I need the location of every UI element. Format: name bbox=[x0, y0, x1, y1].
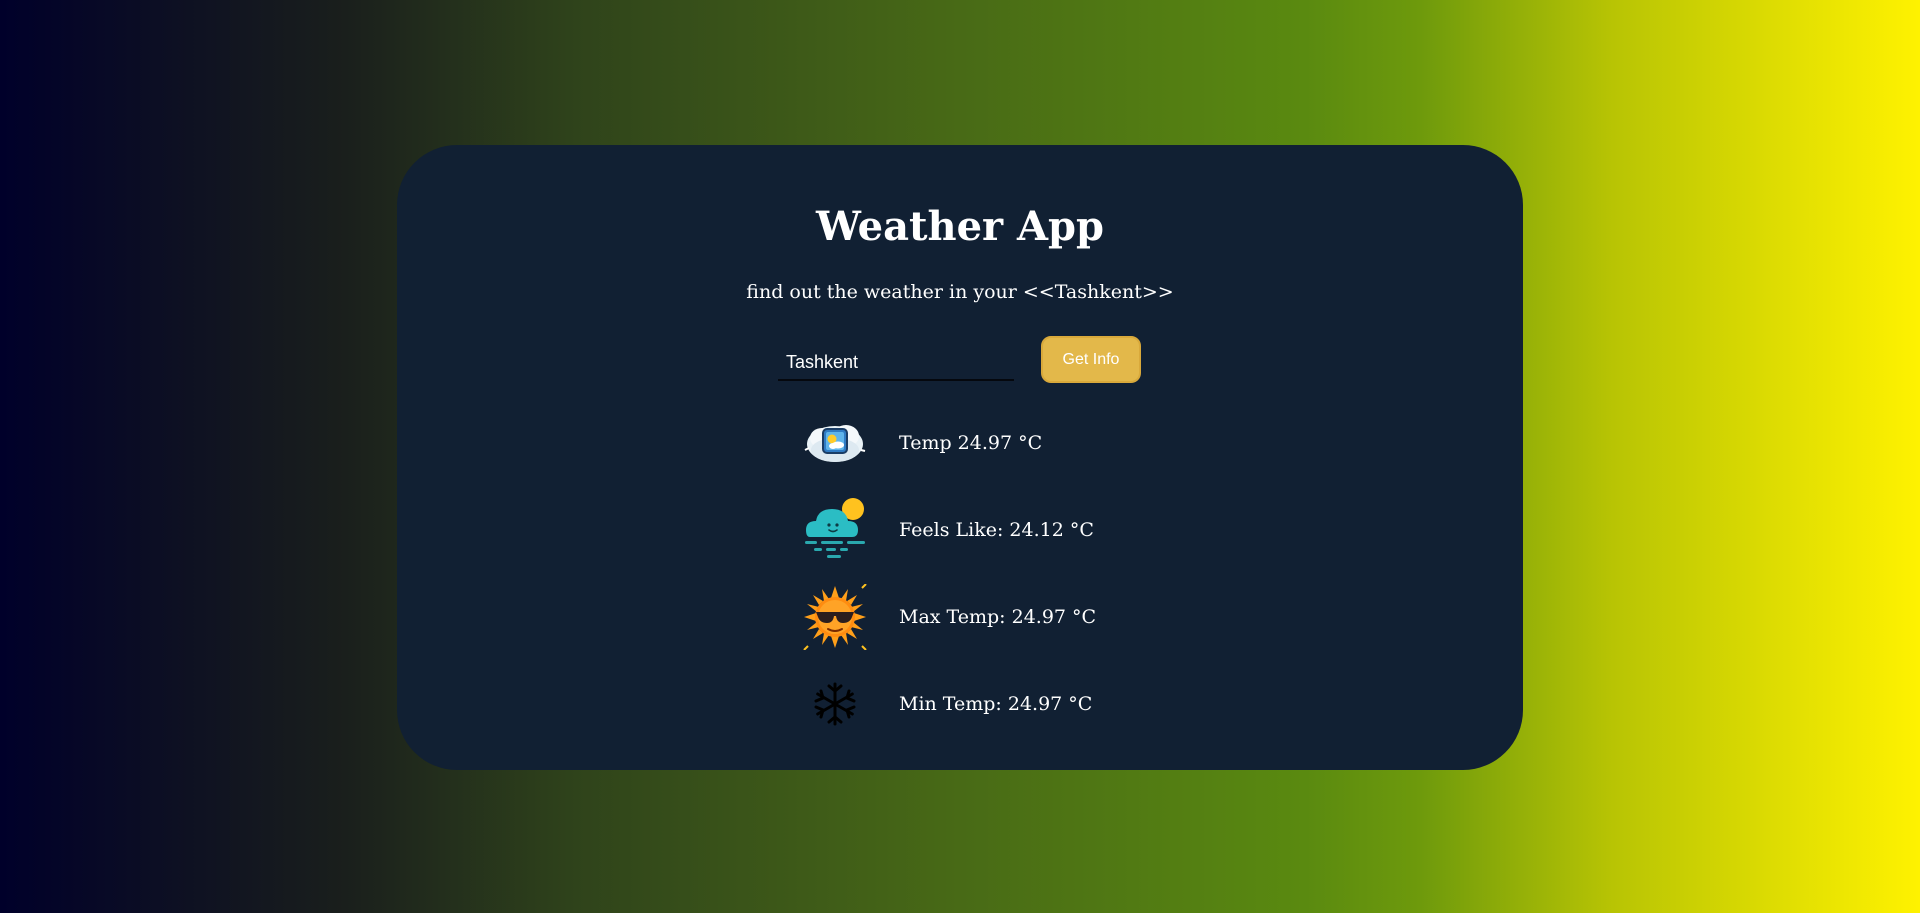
feels-like-label: Feels Like: 24.12 °C bbox=[899, 519, 1094, 541]
temp-row: Temp 24.97 °C bbox=[802, 410, 1042, 476]
sun-sunglasses-icon bbox=[802, 584, 868, 650]
weather-card: Weather App find out the weather in your… bbox=[397, 145, 1523, 770]
max-temp-row: Max Temp: 24.97 °C bbox=[802, 584, 1096, 650]
feels-like-row: Feels Like: 24.12 °C bbox=[802, 497, 1094, 563]
snowflake-icon bbox=[802, 671, 868, 737]
app-subtitle: find out the weather in your <<Tashkent>… bbox=[746, 281, 1174, 303]
cloud-fog-sun-icon bbox=[802, 497, 868, 563]
app-title: Weather App bbox=[815, 203, 1104, 250]
city-input[interactable] bbox=[778, 345, 1014, 381]
weather-photo-icon bbox=[802, 410, 868, 476]
get-info-button[interactable]: Get Info bbox=[1041, 336, 1141, 383]
min-temp-label: Min Temp: 24.97 °C bbox=[899, 693, 1093, 715]
temp-label: Temp 24.97 °C bbox=[899, 432, 1043, 454]
max-temp-label: Max Temp: 24.97 °C bbox=[899, 606, 1097, 628]
min-temp-row: Min Temp: 24.97 °C bbox=[802, 671, 1092, 737]
